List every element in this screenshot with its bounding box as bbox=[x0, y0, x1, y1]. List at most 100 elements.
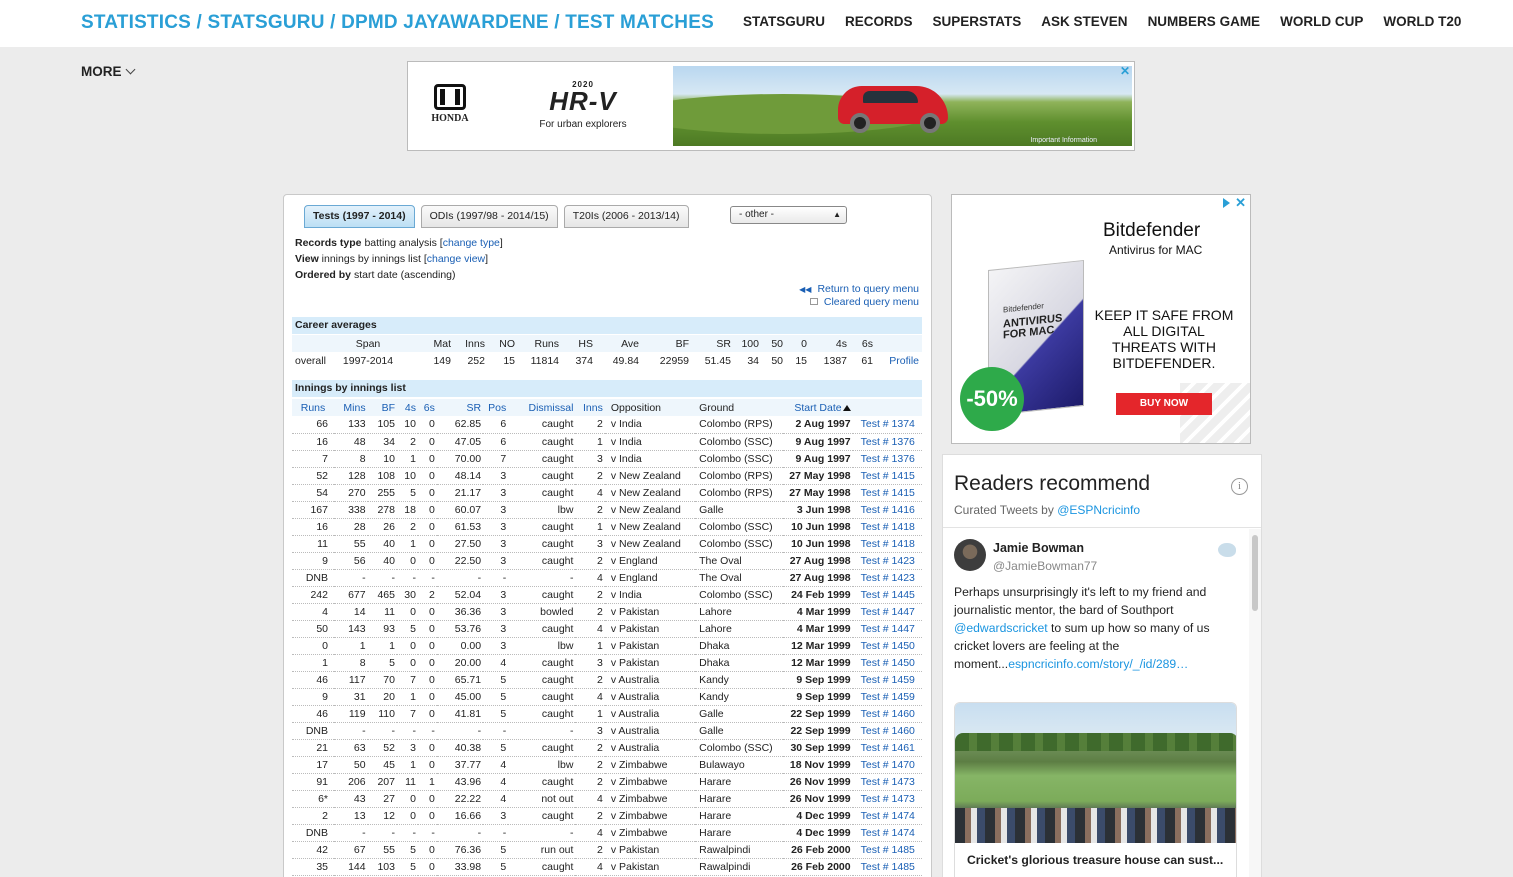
match-link[interactable]: Test # 1474 bbox=[852, 824, 922, 842]
match-link[interactable]: Test # 1459 bbox=[852, 688, 922, 706]
match-link[interactable]: Test # 1423 bbox=[852, 552, 922, 570]
match-link[interactable]: Test # 1376 bbox=[852, 450, 922, 468]
top-banner-ad[interactable]: HONDA 2020 HR-V For urban explorers Impo… bbox=[407, 61, 1135, 151]
match-link[interactable]: Test # 1485 bbox=[852, 841, 922, 859]
cell-6s: 0 bbox=[417, 484, 437, 502]
twitter-bird-icon[interactable] bbox=[1218, 543, 1236, 557]
match-link[interactable]: Test # 1473 bbox=[852, 790, 922, 808]
cell-pos: 5 bbox=[483, 705, 509, 723]
more-menu[interactable]: MORE bbox=[81, 64, 135, 79]
cell-4s: - bbox=[396, 722, 418, 740]
col-mins[interactable]: Mins bbox=[334, 399, 368, 416]
col-sr[interactable]: SR bbox=[436, 399, 484, 416]
cell-start-date: 12 Mar 1999 bbox=[783, 637, 853, 655]
records-type-value: batting analysis bbox=[364, 237, 437, 249]
nav-superstats[interactable]: SUPERSTATS bbox=[933, 14, 1022, 29]
match-link[interactable]: Test # 1485 bbox=[852, 858, 922, 876]
ad-important-info[interactable]: Important Information bbox=[1030, 137, 1097, 144]
nav-world-t20[interactable]: WORLD T20 bbox=[1383, 14, 1461, 29]
buy-now-button[interactable]: BUY NOW bbox=[1116, 393, 1212, 415]
cell-bf: 103 bbox=[367, 858, 397, 876]
tweet-link-card[interactable]: Cricket's glorious treasure house can su… bbox=[954, 702, 1237, 877]
adchoices-icon[interactable] bbox=[1223, 198, 1230, 208]
cell-6s: 0 bbox=[417, 671, 437, 689]
tweet-url-link[interactable]: espncricinfo.com/story/_/id/289… bbox=[1008, 657, 1188, 671]
match-link[interactable]: Test # 1461 bbox=[852, 739, 922, 757]
avatar[interactable] bbox=[954, 539, 986, 571]
match-link[interactable]: Test # 1418 bbox=[852, 535, 922, 553]
cell-dismissal: caught bbox=[508, 586, 576, 604]
breadcrumb[interactable]: STATISTICS / STATSGURU / DPMD JAYAWARDEN… bbox=[81, 12, 714, 34]
col-opposition[interactable]: Opposition bbox=[604, 399, 696, 416]
cell-4s: - bbox=[396, 569, 418, 587]
match-link[interactable]: Test # 1460 bbox=[852, 705, 922, 723]
match-link[interactable]: Test # 1376 bbox=[852, 433, 922, 451]
col-inns[interactable]: Inns bbox=[575, 399, 605, 416]
match-link[interactable]: Test # 1418 bbox=[852, 518, 922, 536]
col-6s[interactable]: 6s bbox=[417, 399, 437, 416]
tweet-handle[interactable]: @JamieBowman77 bbox=[993, 559, 1097, 573]
match-link[interactable]: Test # 1450 bbox=[852, 637, 922, 655]
nav-numbers-game[interactable]: NUMBERS GAME bbox=[1148, 14, 1261, 29]
col-runs[interactable]: Runs bbox=[292, 399, 334, 416]
tab-t20is[interactable]: T20Is (2006 - 2013/14) bbox=[563, 205, 689, 228]
match-link[interactable]: Test # 1460 bbox=[852, 722, 922, 740]
nav-records[interactable]: RECORDS bbox=[845, 14, 913, 29]
other-format-select[interactable]: - other - ▲ bbox=[730, 206, 847, 224]
change-view-link[interactable]: change view bbox=[427, 253, 485, 265]
close-icon[interactable]: ✕ bbox=[1120, 64, 1130, 78]
tab-odis[interactable]: ODIs (1997/98 - 2014/15) bbox=[420, 205, 558, 228]
innings-row: 35 144 103 5 0 33.98 5 caught 4 v Pakistan Rawalpi… bbox=[292, 858, 922, 876]
widget-scrollbar[interactable] bbox=[1249, 529, 1261, 877]
return-query-link[interactable]: Return to query menu bbox=[817, 283, 919, 295]
tweet-author[interactable]: Jamie Bowman bbox=[993, 541, 1084, 555]
cell-ground: Colombo (SSC) bbox=[695, 535, 784, 553]
nav-world-cup[interactable]: WORLD CUP bbox=[1280, 14, 1363, 29]
cell-inns: 2 bbox=[575, 773, 605, 791]
col-bf[interactable]: BF bbox=[367, 399, 397, 416]
cell-inns: 4 bbox=[575, 790, 605, 808]
match-link[interactable]: Test # 1474 bbox=[852, 807, 922, 825]
match-link[interactable]: Test # 1447 bbox=[852, 620, 922, 638]
nav-ask-steven[interactable]: ASK STEVEN bbox=[1041, 14, 1127, 29]
cell-dismissal: caught bbox=[508, 552, 576, 570]
match-link[interactable]: Test # 1374 bbox=[852, 416, 922, 434]
close-icon[interactable]: ✕ bbox=[1235, 195, 1246, 211]
cell-sr: 33.98 bbox=[436, 858, 484, 876]
career-cell: 374 bbox=[575, 354, 593, 367]
col-start-date[interactable]: Start Date bbox=[783, 399, 853, 416]
profile-link[interactable]: Profile bbox=[876, 352, 922, 369]
match-link[interactable]: Test # 1415 bbox=[852, 467, 922, 485]
match-link[interactable]: Test # 1445 bbox=[852, 586, 922, 604]
bitdefender-ad[interactable]: ✕ Bitdefender Antivirus for MAC Bitdefen… bbox=[951, 194, 1251, 444]
match-link[interactable]: Test # 1450 bbox=[852, 654, 922, 672]
scrollbar-thumb[interactable] bbox=[1252, 535, 1258, 611]
cleared-query-link[interactable]: Cleared query menu bbox=[824, 296, 919, 308]
curator-link[interactable]: @ESPNcricinfo bbox=[1057, 503, 1140, 517]
info-icon[interactable]: i bbox=[1231, 478, 1248, 495]
cell-sr: 60.07 bbox=[436, 501, 484, 519]
change-type-link[interactable]: change type bbox=[443, 237, 500, 249]
match-link[interactable]: Test # 1423 bbox=[852, 569, 922, 587]
match-link[interactable]: Test # 1447 bbox=[852, 603, 922, 621]
cell-bf: - bbox=[367, 722, 397, 740]
tab-tests[interactable]: Tests (1997 - 2014) bbox=[304, 205, 415, 228]
cell-pos: 3 bbox=[483, 501, 509, 519]
innings-header-row: Runs Mins BF 4s 6s SR Pos Dismissal Inns… bbox=[292, 399, 922, 416]
innings-row: 9 56 40 0 0 22.50 3 caught 2 v England The Oval 27 … bbox=[292, 552, 922, 570]
col-dismissal[interactable]: Dismissal bbox=[508, 399, 576, 416]
cell-4s: 5 bbox=[396, 484, 418, 502]
tweet-text-part: Perhaps unsurprisingly it's left to my f… bbox=[954, 585, 1207, 617]
match-link[interactable]: Test # 1415 bbox=[852, 484, 922, 502]
col-4s[interactable]: 4s bbox=[396, 399, 418, 416]
match-link[interactable]: Test # 1470 bbox=[852, 756, 922, 774]
col-ground[interactable]: Ground bbox=[695, 399, 784, 416]
match-link[interactable]: Test # 1473 bbox=[852, 773, 922, 791]
nav-statsguru[interactable]: STATSGURU bbox=[743, 14, 825, 29]
tweet: Jamie Bowman @JamieBowman77 Perhaps unsu… bbox=[943, 529, 1248, 877]
cell-6s: 0 bbox=[417, 756, 437, 774]
tweet-mention-link[interactable]: @edwardscricket bbox=[954, 621, 1048, 635]
col-pos[interactable]: Pos bbox=[483, 399, 509, 416]
match-link[interactable]: Test # 1459 bbox=[852, 671, 922, 689]
match-link[interactable]: Test # 1416 bbox=[852, 501, 922, 519]
